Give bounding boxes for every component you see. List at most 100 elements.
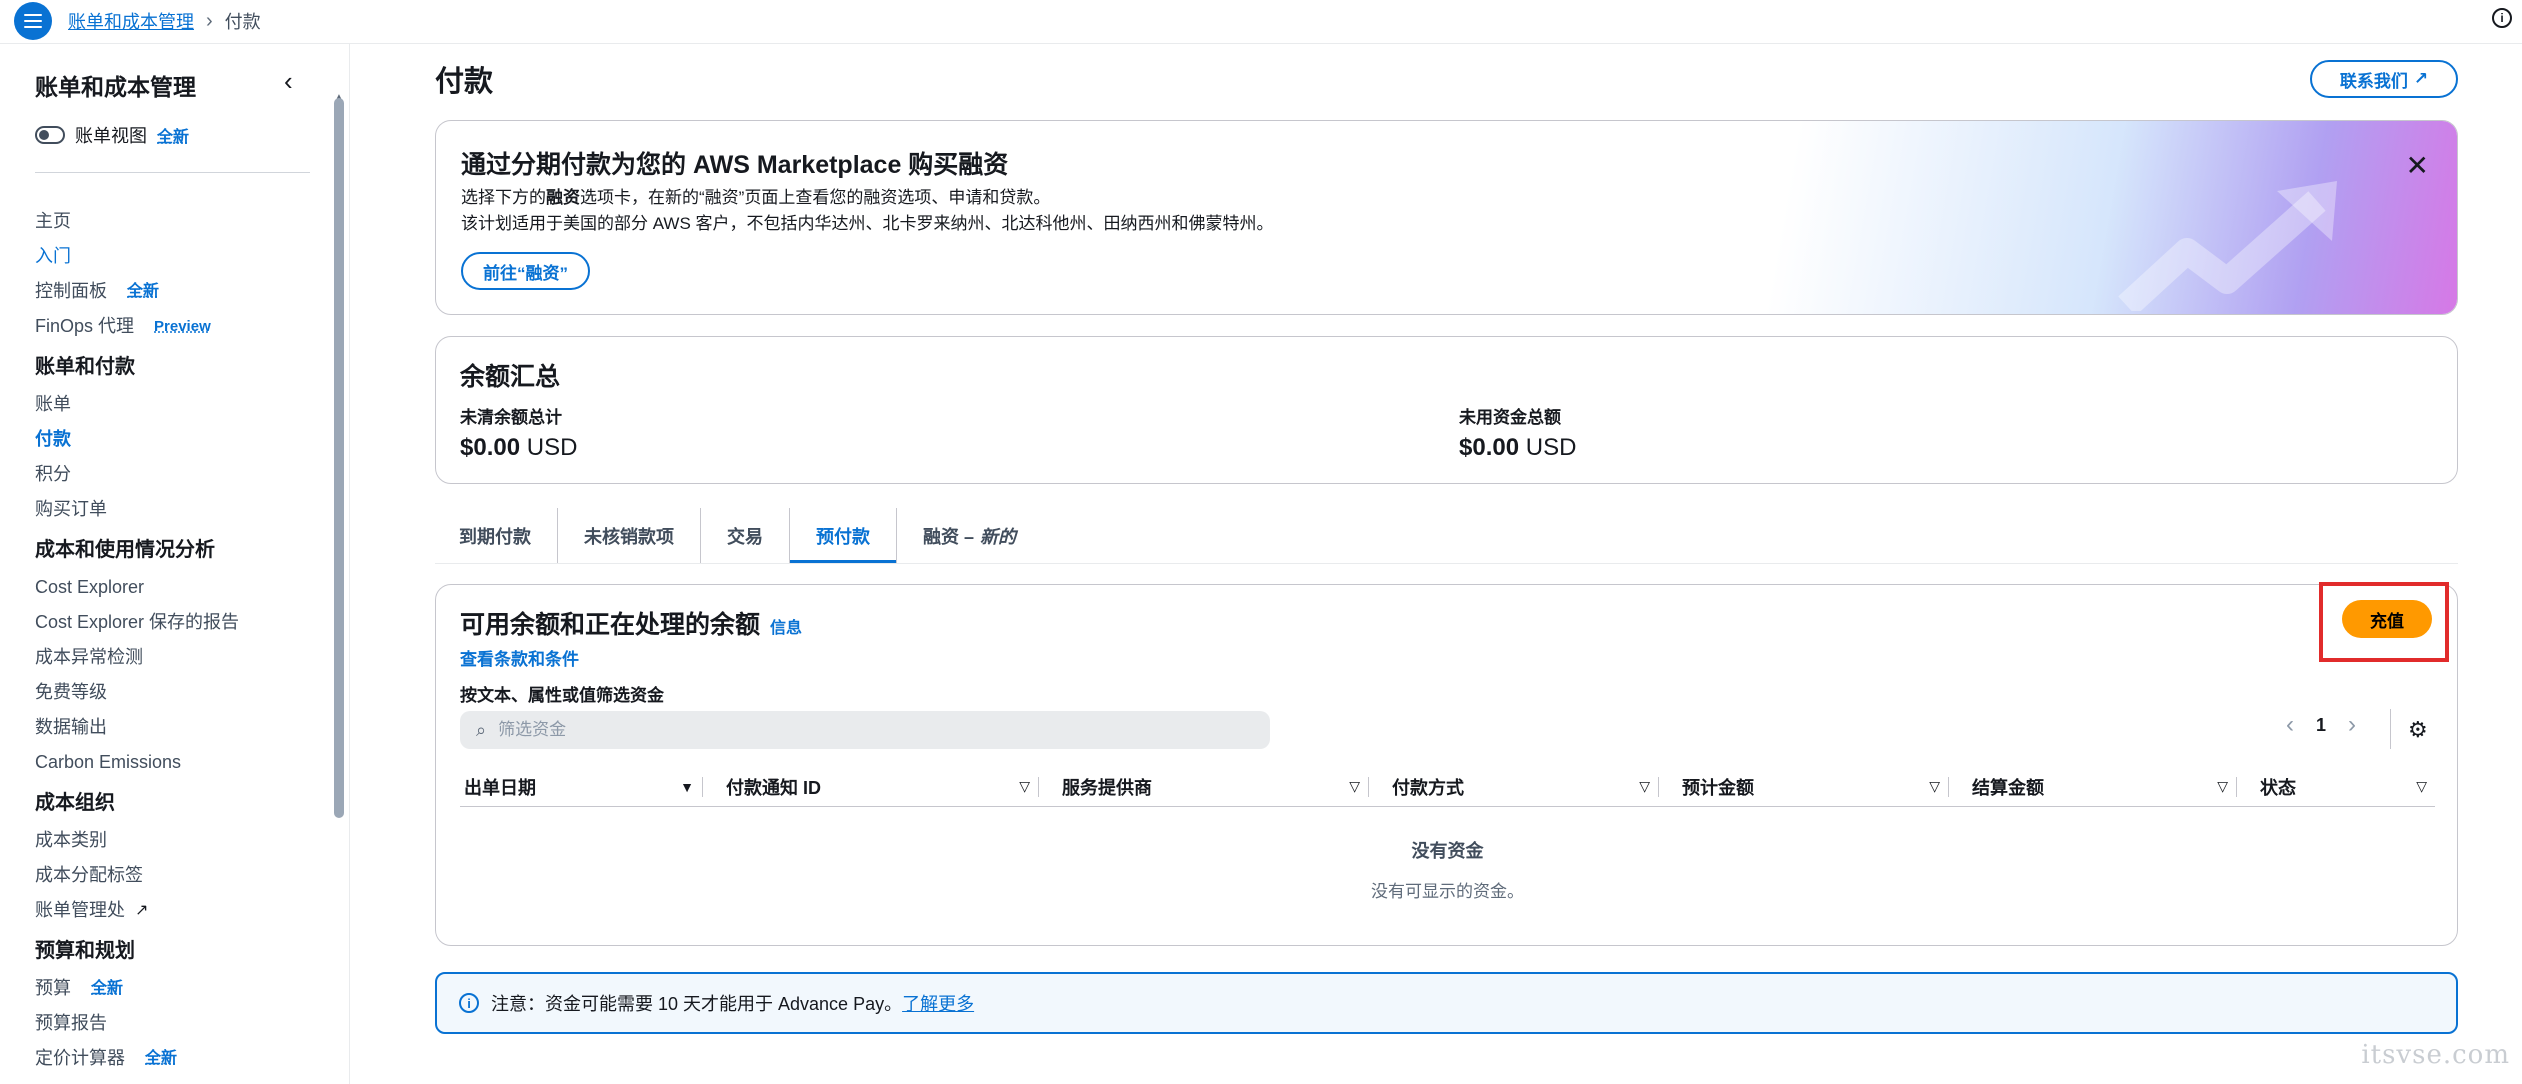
recharge-button[interactable]: 充值 xyxy=(2342,600,2432,638)
sidebar-item-21[interactable]: 预算 全新 xyxy=(35,971,325,1006)
sidebar: 账单和成本管理 ‹ 账单视图 全新 主页 入门 控制面板 全新 FinOps 代理 Pre… xyxy=(0,44,350,1084)
new-badge[interactable]: 全新 xyxy=(157,123,189,147)
tab-financing[interactable]: 融资 – 新的 xyxy=(897,508,1042,564)
sidebar-item-label: 控制面板 xyxy=(35,281,107,301)
sidebar-item-13[interactable]: 免费等级 xyxy=(35,675,325,710)
column-header-estimated-amount[interactable]: 预计金额 ▽ xyxy=(1658,767,1948,806)
info-icon[interactable]: i xyxy=(2492,8,2512,28)
sidebar-item-6[interactable]: 付款 xyxy=(35,422,325,457)
sidebar-item-label: 账单管理处 xyxy=(35,900,125,920)
billing-view-toggle[interactable] xyxy=(35,126,65,144)
sidebar-item-label: 付款 xyxy=(35,429,71,449)
sidebar-item-12[interactable]: 成本异常检测 xyxy=(35,640,325,675)
sidebar-item-label: Carbon Emissions xyxy=(35,752,182,772)
info-link[interactable]: 信息 xyxy=(770,614,802,638)
sort-icon[interactable]: ▽ xyxy=(2217,778,2228,795)
sidebar-item-19[interactable]: 账单管理处 ↗ xyxy=(35,893,325,928)
sidebar-item-label: 成本分配标签 xyxy=(35,865,143,885)
sort-descending-icon[interactable]: ▼ xyxy=(680,779,694,795)
advance-pay-notice: i 注意：资金可能需要 10 天才能用于 Advance Pay。 了解更多 xyxy=(435,972,2458,1034)
preview-badge[interactable]: Preview xyxy=(154,309,211,344)
collapse-sidebar-icon[interactable]: ‹ xyxy=(284,66,293,97)
go-to-financing-button[interactable]: 前往“融资” xyxy=(461,252,590,290)
sidebar-item-2[interactable]: 控制面板 全新 xyxy=(35,274,325,309)
sidebar-item-8[interactable]: 购买订单 xyxy=(35,492,325,527)
sidebar-item-7[interactable]: 积分 xyxy=(35,457,325,492)
sort-icon[interactable]: ▽ xyxy=(1349,778,1360,795)
learn-more-link[interactable]: 了解更多 xyxy=(902,990,974,1016)
tab-unapplied-funds[interactable]: 未核销款项 xyxy=(558,508,701,564)
previous-page-icon[interactable]: ‹ xyxy=(2286,711,2294,739)
column-header-service-provider[interactable]: 服务提供商 ▽ xyxy=(1038,767,1368,806)
sidebar-section-heading: 成本组织 xyxy=(35,783,325,823)
sidebar-item-label: 积分 xyxy=(35,464,71,484)
pagination: ‹ 1 › xyxy=(2286,711,2356,739)
close-icon[interactable]: ✕ xyxy=(2406,149,2429,182)
sort-icon[interactable]: ▽ xyxy=(1639,778,1650,795)
sidebar-item-18[interactable]: 成本分配标签 xyxy=(35,858,325,893)
contact-us-button[interactable]: 联系我们 ↗ xyxy=(2310,60,2458,98)
sidebar-item-label: FinOps 代理 xyxy=(35,316,135,336)
sidebar-item-15[interactable]: Carbon Emissions xyxy=(35,745,325,780)
sidebar-nav-list: 主页 入门 控制面板 全新 FinOps 代理 Preview 账单和付款 账单 付款 积分 购买订… xyxy=(35,204,325,1076)
new-badge[interactable]: 全新 xyxy=(145,1041,177,1076)
sidebar-item-14[interactable]: 数据输出 xyxy=(35,710,325,745)
empty-state-subtitle: 没有可显示的资金。 xyxy=(1371,882,1524,901)
sidebar-item-label: 账单和付款 xyxy=(35,356,135,378)
tab-payments-due[interactable]: 到期付款 xyxy=(435,508,558,564)
sidebar-item-11[interactable]: Cost Explorer 保存的报告 xyxy=(35,605,325,640)
sidebar-item-label: 成本和使用情况分析 xyxy=(35,539,215,561)
new-badge[interactable]: 全新 xyxy=(91,971,123,1006)
breadcrumb-root-link[interactable]: 账单和成本管理 xyxy=(68,8,194,34)
tab-transactions[interactable]: 交易 xyxy=(701,508,790,564)
outstanding-balance-value: $0.00 USD xyxy=(460,434,578,461)
breadcrumb-separator-icon: › xyxy=(206,9,213,32)
sidebar-item-label: 免费等级 xyxy=(35,682,107,702)
column-header-payment-method[interactable]: 付款方式 ▽ xyxy=(1368,767,1658,806)
banner-title: 通过分期付款为您的 AWS Marketplace 购买融资 xyxy=(461,151,1009,179)
column-header-payment-notice-id[interactable]: 付款通知 ID ▽ xyxy=(702,767,1038,806)
sidebar-item-3[interactable]: FinOps 代理 Preview xyxy=(35,309,325,344)
sort-icon[interactable]: ▽ xyxy=(2416,778,2427,795)
terms-link[interactable]: 查看条款和条件 xyxy=(460,645,579,670)
sidebar-section-heading: 成本和使用情况分析 xyxy=(35,530,325,570)
column-header-status[interactable]: 状态 ▽ xyxy=(2236,767,2435,806)
sidebar-item-0[interactable]: 主页 xyxy=(35,204,325,239)
sidebar-item-22[interactable]: 预算报告 xyxy=(35,1006,325,1041)
sidebar-scrollbar[interactable] xyxy=(334,98,344,818)
unused-funds: 未用资金总额 $0.00 USD xyxy=(1459,403,1576,462)
breadcrumb-current: 付款 xyxy=(224,12,261,32)
breadcrumb: 账单和成本管理 › 付款 xyxy=(68,8,261,34)
info-circle-icon: i xyxy=(459,993,479,1013)
sidebar-item-label: 购买订单 xyxy=(35,499,107,519)
external-link-icon: ↗ xyxy=(2413,69,2429,88)
sidebar-item-label: 主页 xyxy=(35,211,71,231)
sidebar-item-23[interactable]: 定价计算器 全新 xyxy=(35,1041,325,1076)
tab-advance-pay[interactable]: 预付款 xyxy=(790,508,897,564)
menu-icon[interactable] xyxy=(14,2,52,40)
new-badge[interactable]: 全新 xyxy=(127,274,159,309)
sidebar-item-17[interactable]: 成本类别 xyxy=(35,823,325,858)
balance-summary-title: 余额汇总 xyxy=(460,363,561,391)
gear-icon[interactable]: ⚙ xyxy=(2408,717,2428,743)
column-header-settled-amount[interactable]: 结算金额 ▽ xyxy=(1948,767,2236,806)
unused-funds-label: 未用资金总额 xyxy=(1459,408,1561,427)
sort-icon[interactable]: ▽ xyxy=(1019,778,1030,795)
next-page-icon[interactable]: › xyxy=(2348,711,2356,739)
payments-tabs: 到期付款 未核销款项 交易 预付款 融资 – 新的 xyxy=(435,508,1042,564)
sidebar-section-heading: 预算和规划 xyxy=(35,931,325,971)
sidebar-item-label: 预算和规划 xyxy=(35,940,135,962)
current-page-number[interactable]: 1 xyxy=(2316,715,2326,736)
column-header-bill-date[interactable]: 出单日期 ▼ xyxy=(460,767,702,806)
sidebar-item-10[interactable]: Cost Explorer xyxy=(35,570,325,605)
sidebar-item-label: 预算 xyxy=(35,978,71,998)
sidebar-item-label: 数据输出 xyxy=(35,717,107,737)
filter-funds-input[interactable] xyxy=(498,720,1199,740)
sidebar-title: 账单和成本管理 xyxy=(35,74,196,100)
sidebar-item-5[interactable]: 账单 xyxy=(35,387,325,422)
funds-table-header: 出单日期 ▼ 付款通知 ID ▽ 服务提供商 ▽ 付款方式 ▽ 预计金额 ▽ 结算金额 ▽ … xyxy=(460,767,2435,807)
sidebar-item-label: 成本异常检测 xyxy=(35,647,143,667)
funds-title: 可用余额和正在处理的余额 信息 xyxy=(460,611,803,639)
sort-icon[interactable]: ▽ xyxy=(1929,778,1940,795)
sidebar-item-1[interactable]: 入门 xyxy=(35,239,325,274)
